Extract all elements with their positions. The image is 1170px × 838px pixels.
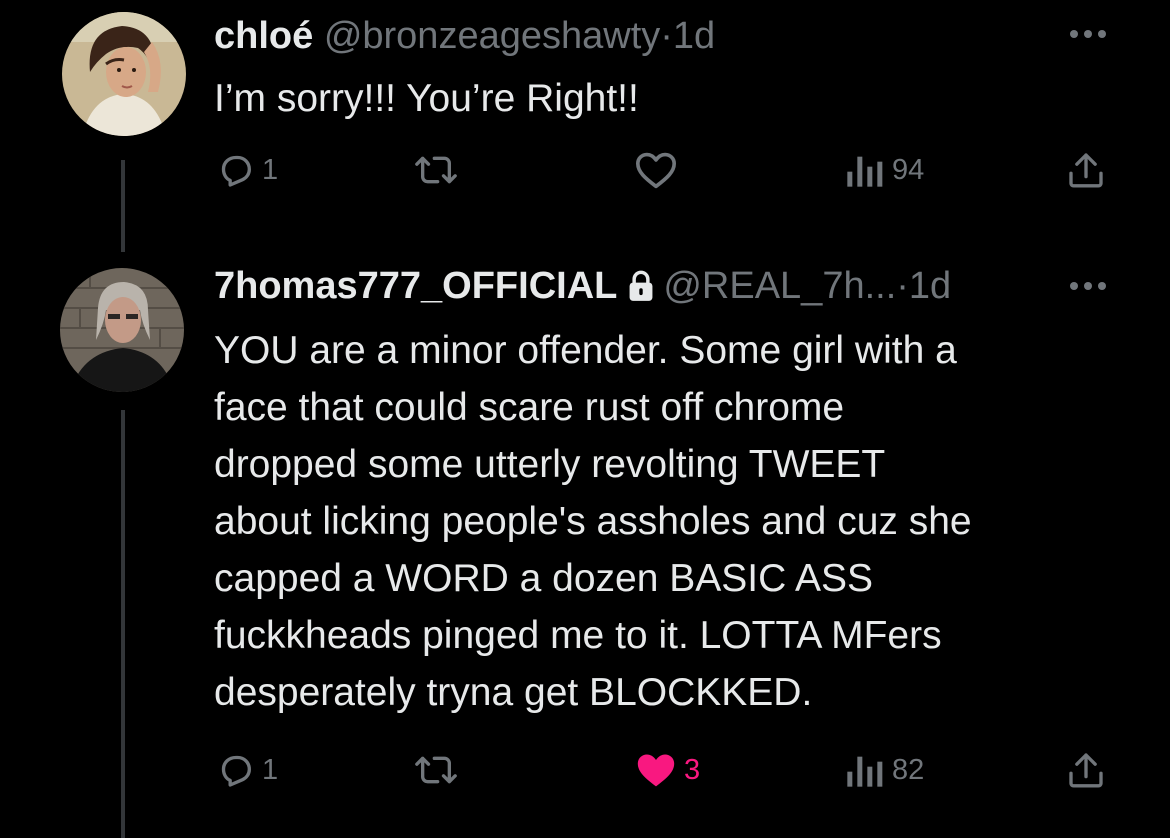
display-name[interactable]: 7homas777_OFFICIAL [214,265,617,307]
retweet-button[interactable] [414,750,464,790]
like-count: 3 [684,753,701,786]
tweet-text: I’m sorry!!! You’re Right!! [214,77,639,120]
views-button[interactable]: 94 [842,150,924,190]
display-name[interactable]: chloé [214,15,313,57]
reply-icon [221,155,251,187]
avatar[interactable] [62,12,186,136]
avatar-image [60,268,184,392]
share-icon [1069,753,1103,788]
separator-dot: · [660,15,673,57]
views-button[interactable]: 82 [842,750,924,790]
tweet-text-line: about licking people's assholes and cuz … [214,500,972,543]
tweet-header: chloé @bronzeageshawty·1d [214,14,715,58]
separator-dot: · [896,265,909,307]
tweet-text-line: desperately tryna get BLOCKKED. [214,671,813,714]
tweet-text-line: YOU are a minor offender. Some girl with… [214,329,957,372]
reply-count: 1 [262,753,279,786]
share-button[interactable] [1066,150,1106,190]
views-count: 82 [892,753,925,786]
timestamp[interactable]: 1d [673,15,715,57]
retweet-button[interactable] [414,150,464,190]
avatar[interactable] [60,268,184,392]
views-icon [847,156,883,187]
thread-line-lower [121,410,125,838]
heart-icon [637,754,675,787]
tweet-text-line: fuckkheads pinged me to it. LOTTA MFers [214,614,942,657]
tweet-header: 7homas777_OFFICIAL @REAL_7h...·1d [214,264,951,308]
handle[interactable]: @REAL_7h... [663,265,896,307]
reply-icon [221,755,251,787]
more-icon[interactable] [1068,28,1108,40]
reply-count: 1 [262,153,279,186]
tweet-text-line: face that could scare rust off chrome [214,386,845,429]
retweet-icon [415,156,457,184]
avatar-image [62,12,186,136]
views-icon [847,756,883,787]
heart-icon [635,152,676,189]
lock-icon [629,270,653,301]
share-icon [1069,153,1103,188]
tweet-text-line: dropped some utterly revolting TWEET [214,443,886,486]
more-icon[interactable] [1068,280,1108,292]
share-button[interactable] [1066,750,1106,790]
timestamp[interactable]: 1d [909,265,951,307]
reply-button[interactable]: 1 [216,150,278,190]
retweet-icon [415,756,457,784]
reply-button[interactable]: 1 [216,750,278,790]
tweet-text-line: capped a WORD a dozen BASIC ASS [214,557,874,600]
views-count: 94 [892,153,925,186]
like-button[interactable] [634,150,684,190]
thread-line-upper [121,160,125,252]
tweet-text: YOU are a minor offender. Some girl with… [214,322,972,721]
like-button[interactable]: 3 [634,750,700,790]
handle[interactable]: @bronzeageshawty [324,15,660,57]
